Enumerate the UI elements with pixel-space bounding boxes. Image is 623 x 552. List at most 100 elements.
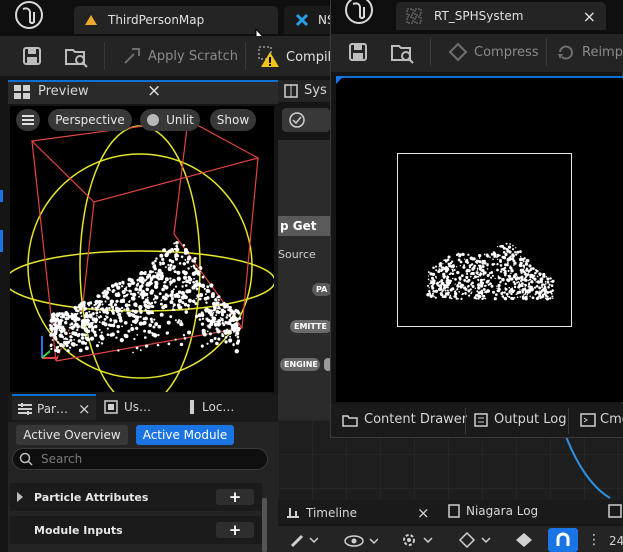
- snap-magnet-button[interactable]: [548, 528, 578, 552]
- particle: [193, 260, 197, 263]
- keyframe-diamond-icon[interactable]: [458, 531, 492, 551]
- graph-canvas[interactable]: [278, 140, 330, 420]
- rt-save-icon[interactable]: [348, 42, 368, 65]
- hamburger-icon: [22, 115, 34, 125]
- tab-third-person-map[interactable]: ThirdPersonMap: [74, 6, 278, 34]
- output-log-button[interactable]: Output Log: [474, 412, 567, 427]
- tab-parameters[interactable]: Par… ×: [18, 400, 91, 418]
- graph-pin-engine[interactable]: ENGINE: [280, 358, 320, 371]
- particle: [132, 292, 137, 297]
- particle: [169, 300, 174, 305]
- particle: [476, 259, 480, 263]
- particle: [518, 263, 523, 268]
- unreal-logo-icon[interactable]: [12, 0, 46, 34]
- preview-close-button[interactable]: ×: [147, 81, 161, 101]
- tab-niagara-log[interactable]: Niagara Log: [448, 504, 538, 518]
- particle: [217, 298, 220, 302]
- particle: [462, 265, 466, 269]
- particle: [438, 280, 441, 284]
- particle: [446, 289, 449, 292]
- particle: [532, 274, 536, 278]
- particle-attributes-row[interactable]: Particle Attributes +: [10, 483, 262, 511]
- graph-toolbar-button[interactable]: [282, 108, 330, 132]
- tab-timeline[interactable]: Timeline ×: [286, 504, 430, 522]
- module-inputs-row[interactable]: Module Inputs +: [10, 516, 262, 544]
- add-module-input-button[interactable]: +: [216, 521, 254, 539]
- local-params-icon: [188, 400, 196, 414]
- particle: [153, 318, 156, 321]
- reimport-button[interactable]: Reimpo: [556, 42, 623, 62]
- more-options-icon[interactable]: ⋮: [587, 532, 601, 548]
- add-particle-attribute-button[interactable]: +: [216, 488, 254, 506]
- expand-arrow-icon[interactable]: [16, 492, 24, 502]
- preview-viewport[interactable]: [10, 106, 274, 392]
- unreal-logo-icon[interactable]: [342, 0, 376, 34]
- particle: [131, 309, 135, 313]
- perspective-button[interactable]: Perspective: [48, 109, 132, 131]
- search-icon: [19, 452, 33, 466]
- particle: [70, 322, 74, 326]
- show-button[interactable]: Show: [210, 109, 256, 131]
- particle: [473, 275, 478, 279]
- particle: [232, 343, 235, 346]
- bottom-dock-extra-icon[interactable]: [608, 504, 622, 521]
- graph-node-header[interactable]: p Get: [278, 216, 330, 236]
- graph-pin-emitter[interactable]: EMITTE: [290, 320, 332, 333]
- tab-user-params[interactable]: Us…: [104, 400, 151, 414]
- visibility-eye-icon[interactable]: [344, 534, 379, 551]
- parameters-search-box[interactable]: Search: [12, 448, 268, 470]
- particle: [195, 287, 199, 291]
- particle: [527, 283, 531, 286]
- particle: [512, 289, 516, 292]
- particle: [479, 280, 483, 285]
- timeline-close-icon[interactable]: ×: [417, 504, 430, 522]
- particle: [520, 282, 524, 286]
- rt-tab-close-icon[interactable]: ×: [583, 7, 596, 26]
- particle: [521, 291, 524, 294]
- graph-pin-pa[interactable]: PA: [312, 283, 332, 296]
- particle: [128, 304, 131, 307]
- content-drawer-button[interactable]: Content Drawer: [342, 412, 467, 427]
- particle: [97, 303, 101, 307]
- particle: [437, 284, 441, 287]
- active-overview-button[interactable]: Active Overview: [16, 425, 128, 445]
- particle: [454, 292, 458, 296]
- particle: [543, 283, 546, 286]
- particle: [186, 256, 191, 261]
- particle: [221, 319, 224, 322]
- particle: [459, 282, 462, 284]
- particle: [59, 312, 63, 316]
- preview-tab[interactable]: Preview: [14, 84, 89, 99]
- parameters-scrollbar[interactable]: [262, 498, 267, 552]
- active-module-button[interactable]: Active Module: [136, 425, 234, 445]
- particle: [82, 333, 86, 337]
- tab-user-params-label: Us…: [124, 400, 152, 414]
- particle: [523, 267, 525, 269]
- particle: [185, 250, 190, 255]
- particle: [96, 314, 98, 317]
- tab-rt-sph-system[interactable]: RT_SPHSystem ×: [396, 2, 606, 30]
- cmd-button[interactable]: Cmd: [580, 412, 623, 427]
- compress-button[interactable]: Compress: [448, 42, 539, 62]
- particle: [224, 336, 228, 339]
- save-icon[interactable]: [22, 46, 42, 69]
- particle: [138, 287, 143, 292]
- system-overview-tab[interactable]: Sys: [284, 83, 327, 98]
- particle: [152, 325, 156, 329]
- tab-parameters-close-icon[interactable]: ×: [78, 400, 91, 418]
- settings-gear-icon[interactable]: [400, 532, 434, 551]
- particle: [175, 244, 179, 248]
- compile-button[interactable]: Compile: [258, 46, 339, 68]
- particle: [525, 292, 527, 294]
- rt-browse-asset-icon[interactable]: [390, 42, 414, 67]
- transform-tool-icon[interactable]: [290, 532, 319, 551]
- apply-scratch-button[interactable]: Apply Scratch: [122, 46, 238, 66]
- particle: [85, 327, 88, 331]
- tab-local-params[interactable]: Loc…: [188, 400, 234, 414]
- autokey-icon[interactable]: [514, 532, 534, 551]
- particle: [84, 346, 89, 351]
- browse-asset-icon[interactable]: [64, 46, 88, 71]
- viewport-menu-button[interactable]: [16, 109, 40, 131]
- particle: [212, 320, 216, 324]
- unlit-button[interactable]: Unlit: [140, 109, 200, 131]
